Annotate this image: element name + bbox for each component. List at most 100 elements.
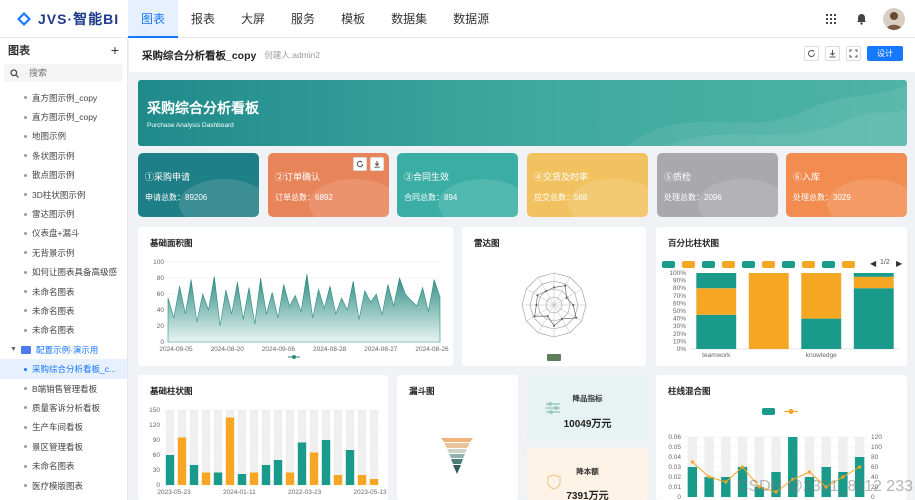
list-item-label: 无背景示例 [32,247,75,258]
area-chart-panel: 基础面积图 0 20 40 60 80 100 2024-09-05 2024-08-20 20… [138,227,453,366]
fullscreen-icon [849,49,858,58]
bullet-icon [24,406,27,410]
logo-icon [17,11,31,26]
avatar[interactable] [883,8,905,30]
y-tick-label: 20 [157,323,165,330]
y-tick-label: 0.04 [668,454,681,461]
list-item[interactable]: 散点图示例 [0,166,127,185]
list-item[interactable]: 未命名图表 [0,321,127,340]
list-item[interactable]: 质量客诉分析看板 [0,398,127,417]
list-item[interactable]: 如何让图表具备高级感 [0,263,127,282]
kpi-card-warehouse[interactable]: ⑥入库 处理总数：3029 [786,153,907,217]
card-decoration [827,179,907,217]
list-item[interactable]: 未命名图表 [0,301,127,320]
list-item[interactable]: 医疗模版图表 [0,476,127,495]
x-tick-label: 2024-01-11 [223,489,256,496]
list-item-label: 条状图示例 [32,150,75,161]
kpi-card-order-confirm[interactable]: ②订单确认 订单总数：6892 [268,153,389,217]
nav-item-charts[interactable]: 图表 [128,0,179,38]
list-item[interactable]: 条状图示例 [0,146,127,165]
list-item[interactable]: 雷达图示例 [0,204,127,223]
list-item-label: 3D柱状图示例 [32,189,86,200]
nav-item-datasources[interactable]: 数据源 [440,0,502,38]
bell-icon[interactable] [853,11,869,27]
bar [177,437,187,485]
list-item[interactable]: 未命名图表 [0,456,127,475]
nav-item-datasets[interactable]: 数据集 [378,0,440,38]
refresh-button[interactable] [353,157,367,171]
radar-point [546,315,549,318]
line-point [858,465,862,469]
nav-item-bigscreen[interactable]: 大屏 [228,0,278,38]
sliders-icon [546,402,560,414]
download-button[interactable] [370,157,384,171]
legend-next-icon[interactable]: ▶ [896,259,902,268]
bar [309,452,319,485]
nav-item-reports[interactable]: 报表 [178,0,228,38]
header-actions: 设计 [804,46,903,61]
add-chart-button[interactable]: + [111,42,119,58]
folder-icon [20,345,31,354]
radar-point [553,286,555,289]
list-item-label: 采购综合分析看板_c... [32,364,117,375]
stat-value: 7391万元 [566,491,609,500]
y-tick-label: 100 [153,259,164,266]
list-item[interactable]: 未命名图表 [0,282,127,301]
list-item-label: 未命名图表 [32,305,75,316]
funnel-layer [449,454,465,458]
bullet-icon [24,445,27,449]
nav-item-templates[interactable]: 模板 [328,0,378,38]
x-tick-label: 2024-08-28 [313,346,347,353]
search-input[interactable] [29,68,109,78]
stat-label: 降本额 [576,467,599,476]
kpi-card-purchase-request[interactable]: ①采购申请 申请总数：89206 [138,153,259,217]
radar-point [565,296,568,299]
bullet-icon [24,484,27,487]
bar [261,465,271,485]
list-item[interactable]: 地图示例 [0,127,127,146]
folder-item[interactable]: ▼ 配置示例-演示用 [0,340,127,359]
list-item[interactable]: B端销售管理看板 [0,379,127,398]
list-item-active[interactable]: 采购综合分析看板_c... [0,359,127,379]
design-button[interactable]: 设计 [867,46,903,61]
bar [225,417,235,485]
bullet-icon [24,134,27,138]
bullet-icon [24,115,27,119]
bullet-icon [24,173,27,177]
nav-item-service[interactable]: 服务 [278,0,328,38]
line-point [690,460,694,464]
legend-line-marker [788,409,794,414]
x-tick-label: 2024-09-06 [262,346,296,353]
funnel-layer [453,465,461,474]
shield-icon [547,474,561,490]
bullet-icon [24,425,27,429]
list-item[interactable]: 直方图示例_copy [0,88,127,107]
list-item[interactable]: 无背景示例 [0,243,127,262]
x-tick-label: 2024-08-27 [364,346,398,353]
kpi-card-quality[interactable]: ⑤质检 处理总数：2096 [657,153,778,217]
list-item[interactable]: 景区管理看板 [0,437,127,456]
list-item[interactable]: 生产车间看板 [0,418,127,437]
bullet-icon [24,270,27,274]
bullet-icon [24,231,27,235]
fullscreen-button[interactable] [846,46,861,61]
kpi-card-contract[interactable]: ③合同生效 合同总数：894 [397,153,518,217]
bar-background [369,410,379,485]
apps-grid-icon[interactable] [823,11,839,27]
app-logo[interactable]: JVS·智能BI [0,0,128,38]
refresh-button[interactable] [804,46,819,61]
bar [201,472,211,485]
app-name: JVS·智能BI [38,10,120,27]
list-item[interactable]: 直方图示例_copy [0,107,127,126]
list-item[interactable]: 3D柱状图示例 [0,185,127,204]
stat-value: 10049万元 [563,419,612,430]
download-button[interactable] [825,46,840,61]
kpi-card-delivery[interactable]: ④交货及时率 应交总数：568 [527,153,648,217]
list-item[interactable]: 仪表盘+漏斗 [0,224,127,243]
bar [345,450,355,485]
y-tick-label: 70% [673,293,686,300]
bar-background [357,410,367,485]
legend-prev-icon[interactable]: ◀ [870,259,876,268]
bullet-icon [24,387,27,391]
line-point [707,475,711,479]
